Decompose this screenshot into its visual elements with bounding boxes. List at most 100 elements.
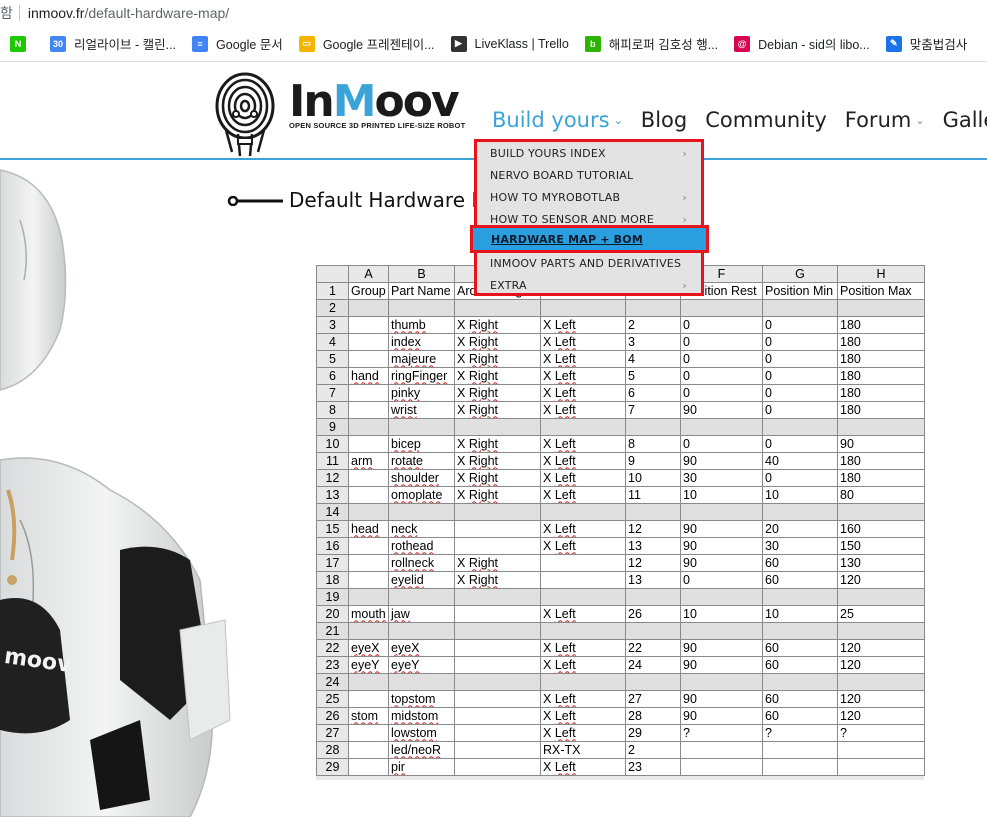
row-number[interactable]: 17	[316, 554, 349, 572]
table-cell[interactable]: bicep	[388, 435, 455, 453]
table-cell[interactable]: 22	[625, 639, 681, 657]
table-cell[interactable]: omoplate	[388, 486, 455, 504]
table-cell[interactable]: ?	[680, 724, 763, 742]
table-cell[interactable]: ringFinger	[388, 367, 455, 385]
table-cell[interactable]: ?	[837, 724, 925, 742]
table-cell[interactable]: topstom	[388, 690, 455, 708]
table-cell[interactable]: 180	[837, 333, 925, 351]
table-cell[interactable]	[348, 401, 389, 419]
table-cell[interactable]: X Right	[454, 401, 541, 419]
table-cell[interactable]	[454, 673, 541, 691]
row-number[interactable]: 20	[316, 605, 349, 623]
table-cell[interactable]	[540, 554, 626, 572]
table-cell[interactable]	[625, 673, 681, 691]
table-cell[interactable]: eyeY	[348, 656, 389, 674]
table-cell[interactable]: 60	[762, 690, 838, 708]
table-cell[interactable]: 180	[837, 367, 925, 385]
table-cell[interactable]: X Left	[540, 639, 626, 657]
table-cell[interactable]: 10	[762, 605, 838, 623]
table-cell[interactable]: 13	[625, 571, 681, 589]
table-cell[interactable]	[388, 673, 455, 691]
table-cell[interactable]: X Left	[540, 452, 626, 470]
table-cell[interactable]	[680, 673, 763, 691]
table-cell[interactable]	[837, 758, 925, 776]
table-cell[interactable]: 180	[837, 469, 925, 487]
table-cell[interactable]	[625, 299, 681, 317]
table-cell[interactable]: 90	[680, 452, 763, 470]
table-cell[interactable]: X Right	[454, 554, 541, 572]
table-cell[interactable]	[454, 656, 541, 674]
table-cell[interactable]	[388, 418, 455, 436]
table-cell[interactable]	[454, 537, 541, 555]
table-cell[interactable]: 30	[762, 537, 838, 555]
table-cell[interactable]: 29	[625, 724, 681, 742]
table-cell[interactable]	[348, 384, 389, 402]
table-cell[interactable]	[388, 503, 455, 521]
table-cell[interactable]: Part Name	[388, 282, 455, 300]
row-number[interactable]: 28	[316, 741, 349, 759]
table-cell[interactable]: X Left	[540, 707, 626, 725]
column-header[interactable]: A	[348, 265, 389, 283]
url-path[interactable]: /default-hardware-map/	[84, 5, 229, 21]
row-number[interactable]: 2	[316, 299, 349, 317]
table-cell[interactable]	[625, 418, 681, 436]
table-cell[interactable]: eyelid	[388, 571, 455, 589]
table-cell[interactable]: hand	[348, 367, 389, 385]
table-cell[interactable]: 180	[837, 316, 925, 334]
table-cell[interactable]	[837, 418, 925, 436]
table-cell[interactable]: 9	[625, 452, 681, 470]
table-cell[interactable]: eyeX	[348, 639, 389, 657]
table-cell[interactable]: ?	[762, 724, 838, 742]
table-cell[interactable]: 5	[625, 367, 681, 385]
row-number[interactable]: 15	[316, 520, 349, 538]
table-cell[interactable]: X Left	[540, 333, 626, 351]
table-cell[interactable]: 0	[680, 350, 763, 368]
table-cell[interactable]: 0	[762, 401, 838, 419]
table-cell[interactable]	[454, 588, 541, 606]
table-cell[interactable]	[454, 605, 541, 623]
table-cell[interactable]	[388, 299, 455, 317]
menu-item-extra[interactable]: EXTRA ›	[477, 274, 701, 296]
table-cell[interactable]: 60	[762, 571, 838, 589]
column-header[interactable]	[316, 265, 349, 283]
table-cell[interactable]: X Left	[540, 367, 626, 385]
table-cell[interactable]	[348, 469, 389, 487]
menu-item-build-yours-index[interactable]: BUILD YOURS INDEX ›	[477, 142, 701, 164]
table-cell[interactable]	[348, 299, 389, 317]
table-cell[interactable]	[762, 299, 838, 317]
table-cell[interactable]: head	[348, 520, 389, 538]
table-cell[interactable]: 0	[680, 316, 763, 334]
table-cell[interactable]: thumb	[388, 316, 455, 334]
table-cell[interactable]: 150	[837, 537, 925, 555]
table-cell[interactable]: 0	[762, 384, 838, 402]
table-cell[interactable]: 10	[762, 486, 838, 504]
table-cell[interactable]: Group	[348, 282, 389, 300]
table-cell[interactable]: 0	[762, 435, 838, 453]
table-cell[interactable]	[348, 316, 389, 334]
table-cell[interactable]: Position Max	[837, 282, 925, 300]
table-cell[interactable]: 60	[762, 554, 838, 572]
table-cell[interactable]: 7	[625, 401, 681, 419]
table-cell[interactable]: pir	[388, 758, 455, 776]
table-cell[interactable]	[625, 622, 681, 640]
bookmark-item[interactable]: @ Debian - sid의 libo...	[734, 34, 870, 53]
fingerprint-logo-icon[interactable]	[212, 68, 278, 158]
table-cell[interactable]	[762, 758, 838, 776]
table-cell[interactable]: X Left	[540, 435, 626, 453]
menu-item-inmoov-parts-and-derivatives[interactable]: INMOOV PARTS AND DERIVATIVES	[477, 252, 701, 274]
table-cell[interactable]: 0	[762, 316, 838, 334]
table-cell[interactable]	[348, 537, 389, 555]
row-number[interactable]: 11	[316, 452, 349, 470]
row-number[interactable]: 16	[316, 537, 349, 555]
table-cell[interactable]	[540, 673, 626, 691]
column-header[interactable]: B	[388, 265, 455, 283]
table-cell[interactable]: X Left	[540, 384, 626, 402]
table-cell[interactable]: pinky	[388, 384, 455, 402]
table-cell[interactable]	[388, 588, 455, 606]
table-cell[interactable]: 11	[625, 486, 681, 504]
table-cell[interactable]	[680, 418, 763, 436]
table-cell[interactable]: X Right	[454, 571, 541, 589]
table-cell[interactable]: 0	[762, 333, 838, 351]
table-cell[interactable]: 27	[625, 690, 681, 708]
row-number[interactable]: 23	[316, 656, 349, 674]
